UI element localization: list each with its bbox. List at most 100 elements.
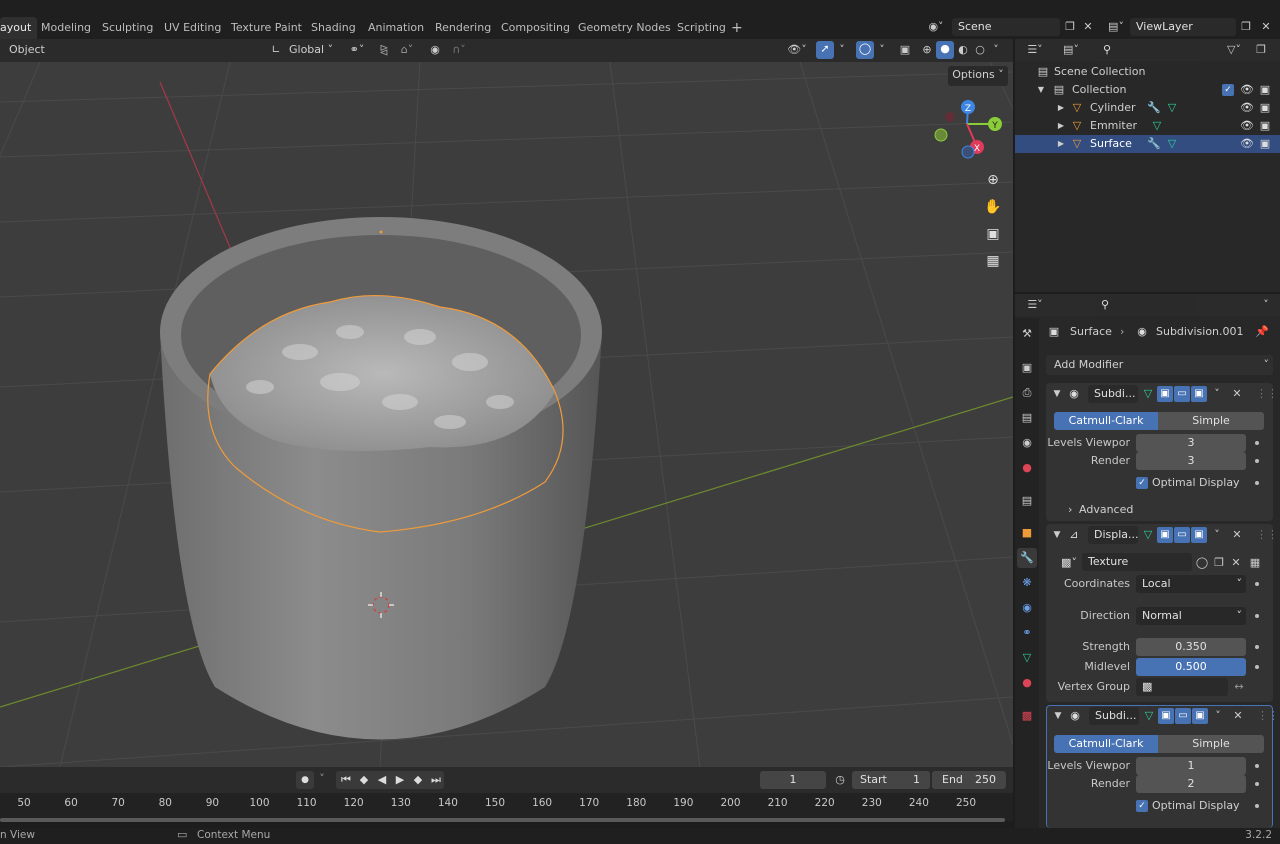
mesh-data-icon[interactable]: ▽ bbox=[1164, 100, 1180, 116]
catmull-clark-option[interactable]: Catmull-Clark bbox=[1054, 735, 1158, 753]
edit-mode-icon[interactable]: ▽ bbox=[1140, 386, 1156, 402]
edit-mode-icon[interactable]: ▽ bbox=[1141, 708, 1157, 724]
jump-start-icon[interactable]: ⏮ bbox=[338, 772, 354, 788]
viewport-display-icon[interactable]: ▭ bbox=[1175, 708, 1191, 724]
preview-range-icon[interactable]: ◷ bbox=[832, 772, 848, 788]
optimal-display-checkbox[interactable]: ✓ bbox=[1136, 800, 1148, 812]
pivot-icon[interactable]: ⚭˅ bbox=[346, 42, 368, 58]
invert-arrows-icon[interactable]: ↔ bbox=[1231, 679, 1247, 695]
snap-icon[interactable]: ⧎ bbox=[375, 42, 393, 58]
expand-arrow-icon[interactable]: ▶ bbox=[1055, 136, 1067, 152]
workspace-tab-geometry-nodes[interactable]: Geometry Nodes bbox=[578, 17, 671, 39]
material-shading-icon[interactable]: ◐ bbox=[955, 42, 971, 58]
data-tab-icon[interactable]: ▽ bbox=[1019, 650, 1035, 666]
camera-icon[interactable]: ▣ bbox=[1257, 82, 1273, 98]
visibility-icon[interactable]: 👁˅ bbox=[784, 42, 810, 58]
strength-field[interactable]: 0.350 bbox=[1136, 638, 1246, 656]
outliner-row-emmiter[interactable]: ▶ ▽ Emmiter ▽ 👁 ▣ bbox=[1015, 117, 1280, 135]
chevron-right-icon[interactable]: › bbox=[1068, 501, 1072, 519]
start-frame-field[interactable]: Start 1 bbox=[852, 771, 930, 789]
world-tab-icon[interactable]: ● bbox=[1019, 460, 1035, 476]
view-layer-icon[interactable]: ▤˅ bbox=[1104, 19, 1128, 35]
simple-option[interactable]: Simple bbox=[1158, 735, 1264, 753]
constraints-tab-icon[interactable]: ⚭ bbox=[1019, 625, 1035, 641]
simple-option[interactable]: Simple bbox=[1158, 412, 1264, 430]
object-tab-icon[interactable]: ■ bbox=[1019, 525, 1035, 541]
expand-arrow-icon[interactable]: ▶ bbox=[1055, 118, 1067, 134]
outliner-scene-collection[interactable]: ▤ Scene Collection bbox=[1015, 63, 1280, 81]
cage-icon[interactable]: ▣ bbox=[1157, 527, 1173, 543]
render-camera-icon[interactable]: ▣ bbox=[1192, 708, 1208, 724]
duplicate-icon[interactable]: ❐ bbox=[1211, 555, 1227, 571]
timeline-scrollbar[interactable] bbox=[0, 818, 1005, 822]
viewport-display-icon[interactable]: ▭ bbox=[1174, 527, 1190, 543]
record-dropdown-icon[interactable]: ˅ bbox=[316, 771, 328, 787]
proportional-edit-icon[interactable]: ◉ bbox=[426, 42, 444, 58]
keyframe-dot[interactable] bbox=[1255, 804, 1259, 808]
camera-icon[interactable]: ▣ bbox=[1257, 118, 1273, 134]
keyframe-dot[interactable] bbox=[1255, 782, 1259, 786]
properties-options-icon[interactable]: ˅ bbox=[1259, 297, 1273, 313]
collection-exclude-checkbox[interactable]: ✓ bbox=[1222, 84, 1234, 96]
current-frame-field[interactable]: 1 bbox=[760, 771, 826, 789]
3d-viewport[interactable]: Z Y X Options ˅ ⊕ ✋ ▣ ▦ bbox=[0, 62, 1013, 767]
shading-dropdown-icon[interactable]: ˅ bbox=[990, 42, 1002, 58]
render-tab-icon[interactable]: ▣ bbox=[1019, 360, 1035, 376]
vertex-group-field[interactable]: ▩ bbox=[1136, 678, 1228, 696]
workspace-tab-compositing[interactable]: Compositing bbox=[501, 17, 570, 39]
keyframe-dot[interactable] bbox=[1255, 441, 1259, 445]
workspace-tab-uv-editing[interactable]: UV Editing bbox=[164, 17, 221, 39]
modifier-name-field[interactable]: Subdi... bbox=[1089, 707, 1139, 725]
overlay-toggle-icon[interactable]: ◯ bbox=[856, 41, 874, 59]
texture-tab-icon[interactable]: ▩ bbox=[1019, 708, 1035, 724]
mesh-data-icon[interactable]: ▽ bbox=[1164, 136, 1180, 152]
display-mode-icon[interactable]: ▤˅ bbox=[1059, 42, 1083, 58]
new-view-layer-icon[interactable]: ❐ bbox=[1238, 19, 1254, 35]
levels-viewport-field[interactable]: 3 bbox=[1136, 434, 1246, 452]
keyframe-dot[interactable] bbox=[1255, 665, 1259, 669]
levels-viewport-field[interactable]: 1 bbox=[1136, 757, 1246, 775]
output-tab-icon[interactable]: ⎙ bbox=[1019, 385, 1035, 401]
view-layer-tab-icon[interactable]: ▤ bbox=[1019, 410, 1035, 426]
end-frame-field[interactable]: End 250 bbox=[932, 771, 1006, 789]
outliner-search-input[interactable]: ⚲ bbox=[1097, 41, 1201, 59]
keyframe-dot[interactable] bbox=[1255, 459, 1259, 463]
outliner-collection[interactable]: ▼ ▤ Collection ✓ 👁 ▣ bbox=[1015, 81, 1280, 99]
eye-icon[interactable]: 👁 bbox=[1239, 100, 1255, 116]
particles-tab-icon[interactable]: ❋ bbox=[1019, 575, 1035, 591]
modifier-menu-icon[interactable]: ˅ bbox=[1211, 708, 1225, 724]
catmull-clark-option[interactable]: Catmull-Clark bbox=[1054, 412, 1158, 430]
render-levels-field[interactable]: 2 bbox=[1136, 775, 1246, 793]
drag-handle-icon[interactable]: ⋮⋮ bbox=[1256, 386, 1278, 402]
options-dropdown[interactable]: Options ˅ bbox=[948, 66, 1008, 86]
properties-search-input[interactable]: ⚲ bbox=[1095, 296, 1197, 314]
eye-icon[interactable]: 👁 bbox=[1239, 136, 1255, 152]
snap-target-icon[interactable]: ⌂˅ bbox=[396, 42, 418, 58]
keyframe-dot[interactable] bbox=[1255, 645, 1259, 649]
texture-checker-icon[interactable]: ▩˅ bbox=[1056, 555, 1082, 571]
modifier-name-field[interactable]: Displa... bbox=[1088, 526, 1139, 544]
pin-icon[interactable]: 📌 bbox=[1254, 324, 1270, 340]
drag-handle-icon[interactable]: ⋮⋮ bbox=[1256, 527, 1278, 543]
workspace-tab-animation[interactable]: Animation bbox=[368, 17, 424, 39]
modifier-menu-icon[interactable]: ˅ bbox=[1210, 386, 1224, 402]
outliner-row-surface[interactable]: ▶ ▽ Surface 🔧 ▽ 👁 ▣ bbox=[1015, 135, 1280, 153]
coordinates-dropdown[interactable]: Local ˅ bbox=[1136, 575, 1246, 593]
overlay-dropdown-icon[interactable]: ˅ bbox=[876, 42, 888, 58]
workspace-tab-modeling[interactable]: Modeling bbox=[41, 17, 91, 39]
workspace-tab-shading[interactable]: Shading bbox=[311, 17, 356, 39]
falloff-icon[interactable]: ∩˅ bbox=[448, 42, 470, 58]
object-menu[interactable]: Object bbox=[9, 41, 45, 59]
collapse-chevron-icon[interactable]: ▼ bbox=[1051, 708, 1065, 724]
midlevel-field[interactable]: 0.500 bbox=[1136, 658, 1246, 676]
direction-dropdown[interactable]: Normal ˅ bbox=[1136, 607, 1246, 625]
texture-properties-icon[interactable]: ▦ bbox=[1247, 555, 1263, 571]
new-scene-icon[interactable]: ❐ bbox=[1062, 19, 1078, 35]
new-collection-icon[interactable]: ❐ bbox=[1253, 42, 1269, 58]
edit-mode-icon[interactable]: ▽ bbox=[1140, 527, 1156, 543]
physics-tab-icon[interactable]: ◉ bbox=[1019, 600, 1035, 616]
collapse-chevron-icon[interactable]: ▼ bbox=[1050, 386, 1064, 402]
drag-handle-icon[interactable]: ⋮⋮ bbox=[1257, 708, 1279, 724]
texture-field[interactable]: Texture bbox=[1082, 553, 1192, 571]
scene-name-field[interactable]: Scene bbox=[952, 18, 1060, 36]
